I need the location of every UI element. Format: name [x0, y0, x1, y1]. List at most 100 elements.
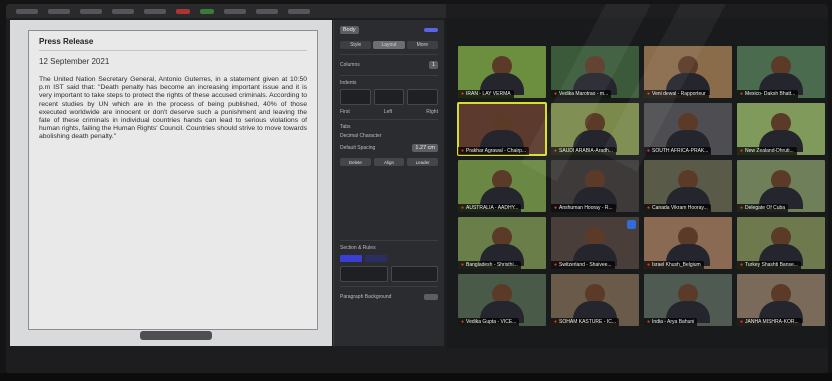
- participant-name: ● Vedika Gupta - VICE...: [458, 318, 520, 326]
- participant-name: ● India - Arya Bahuni: [644, 318, 698, 326]
- participant-tile[interactable]: ● SOHAM KASTURE - IC...: [551, 274, 639, 326]
- tab-style[interactable]: Style: [340, 41, 372, 49]
- participant-tile[interactable]: ● Switzerland - Shaivee...: [551, 217, 639, 269]
- mic-muted-icon: ●: [461, 262, 465, 268]
- tab-leader-button[interactable]: Leader: [407, 158, 439, 166]
- participant-name: ● Switzerland - Shaivee...: [551, 261, 615, 269]
- mic-muted-icon: ●: [740, 262, 744, 268]
- participant-name: ● Prakhar Agrawal - Chairp...: [458, 147, 530, 155]
- border-color-swatches: [340, 255, 438, 262]
- border-color-swatch[interactable]: [340, 255, 362, 262]
- tile-options-button[interactable]: [627, 220, 636, 229]
- mic-muted-icon: ●: [461, 148, 465, 154]
- mic-muted-icon: ●: [740, 319, 744, 325]
- document-window: Press Release 12 September 2021 The Unit…: [10, 20, 332, 346]
- participant-name: ● SOUTH AFRICA-PRAK...: [644, 147, 712, 155]
- participant-tile[interactable]: ● IRAN - LAY VERMA: [458, 46, 546, 98]
- monitor-screen: Press Release 12 September 2021 The Unit…: [6, 4, 828, 374]
- update-style-button[interactable]: [424, 28, 438, 32]
- participant-tile[interactable]: ● New Zealand-Dhruti...: [737, 103, 825, 155]
- document-body: The United Nation Secretary General, Ant…: [39, 76, 307, 141]
- desk: [0, 373, 832, 381]
- default-spacing-field[interactable]: 1.27 cm: [412, 144, 438, 152]
- page-status-pill[interactable]: [140, 331, 212, 340]
- participant-name-text: Bangladesh - Shristhi...: [466, 262, 518, 268]
- participant-tile[interactable]: ● JANHA MISHRA-KOR...: [737, 274, 825, 326]
- mic-muted-icon: ●: [740, 148, 744, 154]
- participant-tile[interactable]: ● Turkey Shashti Banse...: [737, 217, 825, 269]
- participant-tile[interactable]: ● Vedika Gupta - VICE...: [458, 274, 546, 326]
- rule-width-field[interactable]: [340, 266, 388, 282]
- participant-name: ● Mexico- Daksh Bhatt...: [737, 90, 799, 98]
- participant-name-text: Switzerland - Shaivee...: [559, 262, 612, 268]
- mic-muted-icon: ●: [461, 205, 465, 211]
- indent-first-field[interactable]: [340, 89, 371, 105]
- participant-name-text: India - Arya Bahuni: [652, 319, 695, 325]
- rule-offset-field[interactable]: [390, 266, 438, 282]
- rule-fields: [340, 266, 438, 282]
- participant-name-text: AUSTRALIA - AADHY...: [466, 205, 519, 211]
- columns-stepper[interactable]: 1: [428, 61, 438, 69]
- participant-name: ● Bangladesh - Shristhi...: [458, 261, 521, 269]
- mic-muted-icon: ●: [554, 262, 558, 268]
- toolbar-button[interactable]: [80, 8, 102, 14]
- toolbar-button[interactable]: [288, 8, 310, 14]
- participant-name-text: New Zealand-Dhruti...: [745, 148, 794, 154]
- top-toolbar: [6, 4, 446, 18]
- participant-name: ● Delegate Of Cuba: [737, 204, 789, 212]
- participant-name: ● SOHAM KASTURE - IC...: [551, 318, 619, 326]
- participant-tile[interactable]: ● Israel Khush_Belgium: [644, 217, 732, 269]
- participant-tile[interactable]: ● Canada Vikram Hooray...: [644, 160, 732, 212]
- tab-align-button[interactable]: Align: [373, 158, 405, 166]
- toolbar-button[interactable]: [112, 8, 134, 14]
- indent-left-field[interactable]: [373, 89, 405, 105]
- toolbar-button[interactable]: [256, 8, 278, 14]
- document-title: Press Release: [39, 37, 307, 51]
- participant-name-text: SOUTH AFRICA-PRAK...: [652, 148, 709, 154]
- mic-muted-icon: ●: [461, 319, 465, 325]
- toolbar-button[interactable]: [176, 8, 190, 14]
- participant-name: ● Turkey Shashti Banse...: [737, 261, 801, 269]
- participant-name: ● IRAN - LAY VERMA: [458, 90, 514, 98]
- indents-label: Indents: [340, 80, 357, 86]
- format-inspector: Body Style Layout More Columns 1 Indents…: [333, 20, 444, 346]
- participant-tile[interactable]: ● India - Arya Bahuni: [644, 274, 732, 326]
- participant-name-text: IRAN - LAY VERMA: [466, 91, 511, 97]
- tab-layout[interactable]: Layout: [373, 41, 405, 49]
- default-spacing-label: Default Spacing: [340, 145, 376, 151]
- participant-name: ● Canada Vikram Hooray...: [644, 204, 711, 212]
- document-date: 12 September 2021: [39, 57, 110, 66]
- participant-name-text: Israel Khush_Belgium: [652, 262, 701, 268]
- participant-name-text: Delegate Of Cuba: [745, 205, 786, 211]
- toolbar-button[interactable]: [144, 8, 166, 14]
- toolbar-button[interactable]: [48, 8, 70, 14]
- decimal-character-label: Decimal Character: [340, 133, 382, 139]
- tab-more[interactable]: More: [406, 41, 438, 49]
- participant-name: ● New Zealand-Dhruti...: [737, 147, 797, 155]
- columns-label: Columns: [340, 62, 360, 68]
- tab-delete-button[interactable]: Delete: [340, 158, 371, 166]
- participant-name-text: Prakhar Agrawal - Chairp...: [466, 148, 527, 154]
- mic-muted-icon: ●: [740, 91, 744, 97]
- paragraph-style-select[interactable]: Body: [340, 26, 359, 34]
- participant-name-text: JANHA MISHRA-KOR...: [745, 319, 799, 325]
- mic-muted-icon: ●: [554, 319, 558, 325]
- toolbar-button[interactable]: [16, 8, 38, 14]
- paragraph-background-label: Paragraph Background: [340, 294, 392, 300]
- indent-first-label: First: [340, 108, 350, 115]
- indent-right-field[interactable]: [407, 89, 439, 105]
- toolbar-button[interactable]: [224, 8, 246, 14]
- document-page[interactable]: Press Release 12 September 2021 The Unit…: [28, 30, 318, 330]
- participant-tile[interactable]: ● Delegate Of Cuba: [737, 160, 825, 212]
- toolbar-button[interactable]: [200, 8, 214, 14]
- participant-name: ● JANHA MISHRA-KOR...: [737, 318, 802, 326]
- background-color-well[interactable]: [424, 294, 438, 300]
- participant-name-text: SOHAM KASTURE - IC...: [559, 319, 616, 325]
- participant-tile[interactable]: ● Mexico- Daksh Bhatt...: [737, 46, 825, 98]
- participant-tile[interactable]: ● Anshuman Hooray - R...: [551, 160, 639, 212]
- indent-right-label: Right: [426, 108, 438, 115]
- border-color-swatch[interactable]: [365, 255, 387, 262]
- video-gallery: ● IRAN - LAY VERMA ● Vedika Marotrao - m...…: [446, 18, 828, 348]
- participant-tile[interactable]: ● Bangladesh - Shristhi...: [458, 217, 546, 269]
- participant-name: ● AUSTRALIA - AADHY...: [458, 204, 522, 212]
